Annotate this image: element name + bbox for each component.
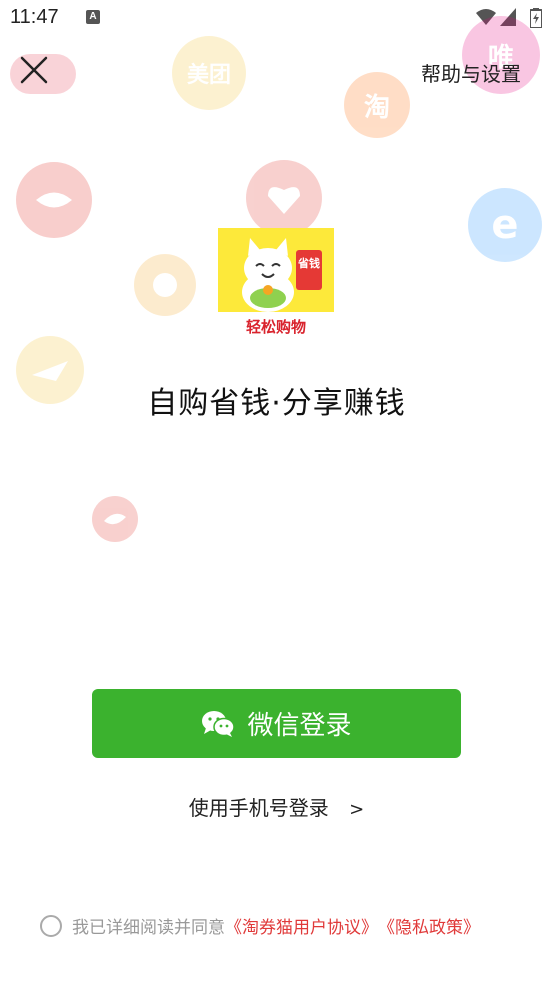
app-logo: 省钱 轻松购物 — [218, 228, 334, 340]
bird-icon — [92, 496, 138, 542]
eleme-icon: e — [468, 188, 542, 262]
wechat-icon — [202, 710, 236, 737]
help-settings-link[interactable]: 帮助与设置 — [421, 58, 521, 87]
notification-icon: A — [86, 10, 100, 24]
battery-icon — [530, 8, 542, 28]
meituan-icon: 美团 — [172, 36, 246, 110]
close-icon — [20, 56, 48, 84]
pinduoduo-icon — [246, 160, 322, 236]
wechat-login-button[interactable]: 微信登录 — [92, 689, 461, 758]
suning-icon — [134, 254, 196, 316]
phone-login-label: 使用手机号登录 — [188, 796, 329, 820]
agreement-text: 我已详细阅读并同意 — [72, 918, 225, 938]
chevron-right-icon: > — [349, 799, 365, 820]
agreement-checkbox[interactable] — [40, 914, 62, 937]
logo-badge-text: 省钱 — [298, 257, 320, 270]
close-button[interactable] — [18, 54, 50, 86]
jd-icon — [16, 162, 92, 238]
status-time: 11:47 — [10, 6, 59, 28]
logo-caption: 轻松购物 — [245, 318, 306, 336]
phone-login-link[interactable]: 使用手机号登录 > — [0, 792, 553, 821]
taobao-icon: 淘 — [344, 72, 410, 138]
agreement-row: 我已详细阅读并同意 《淘券猫用户协议》 《隐私政策》 — [40, 913, 480, 938]
wechat-login-label: 微信登录 — [247, 711, 352, 741]
slogan: 自购省钱·分享赚钱 — [147, 386, 406, 421]
user-agreement-link[interactable]: 《淘券猫用户协议》 — [225, 913, 378, 938]
privacy-policy-link[interactable]: 《隐私政策》 — [378, 913, 480, 938]
